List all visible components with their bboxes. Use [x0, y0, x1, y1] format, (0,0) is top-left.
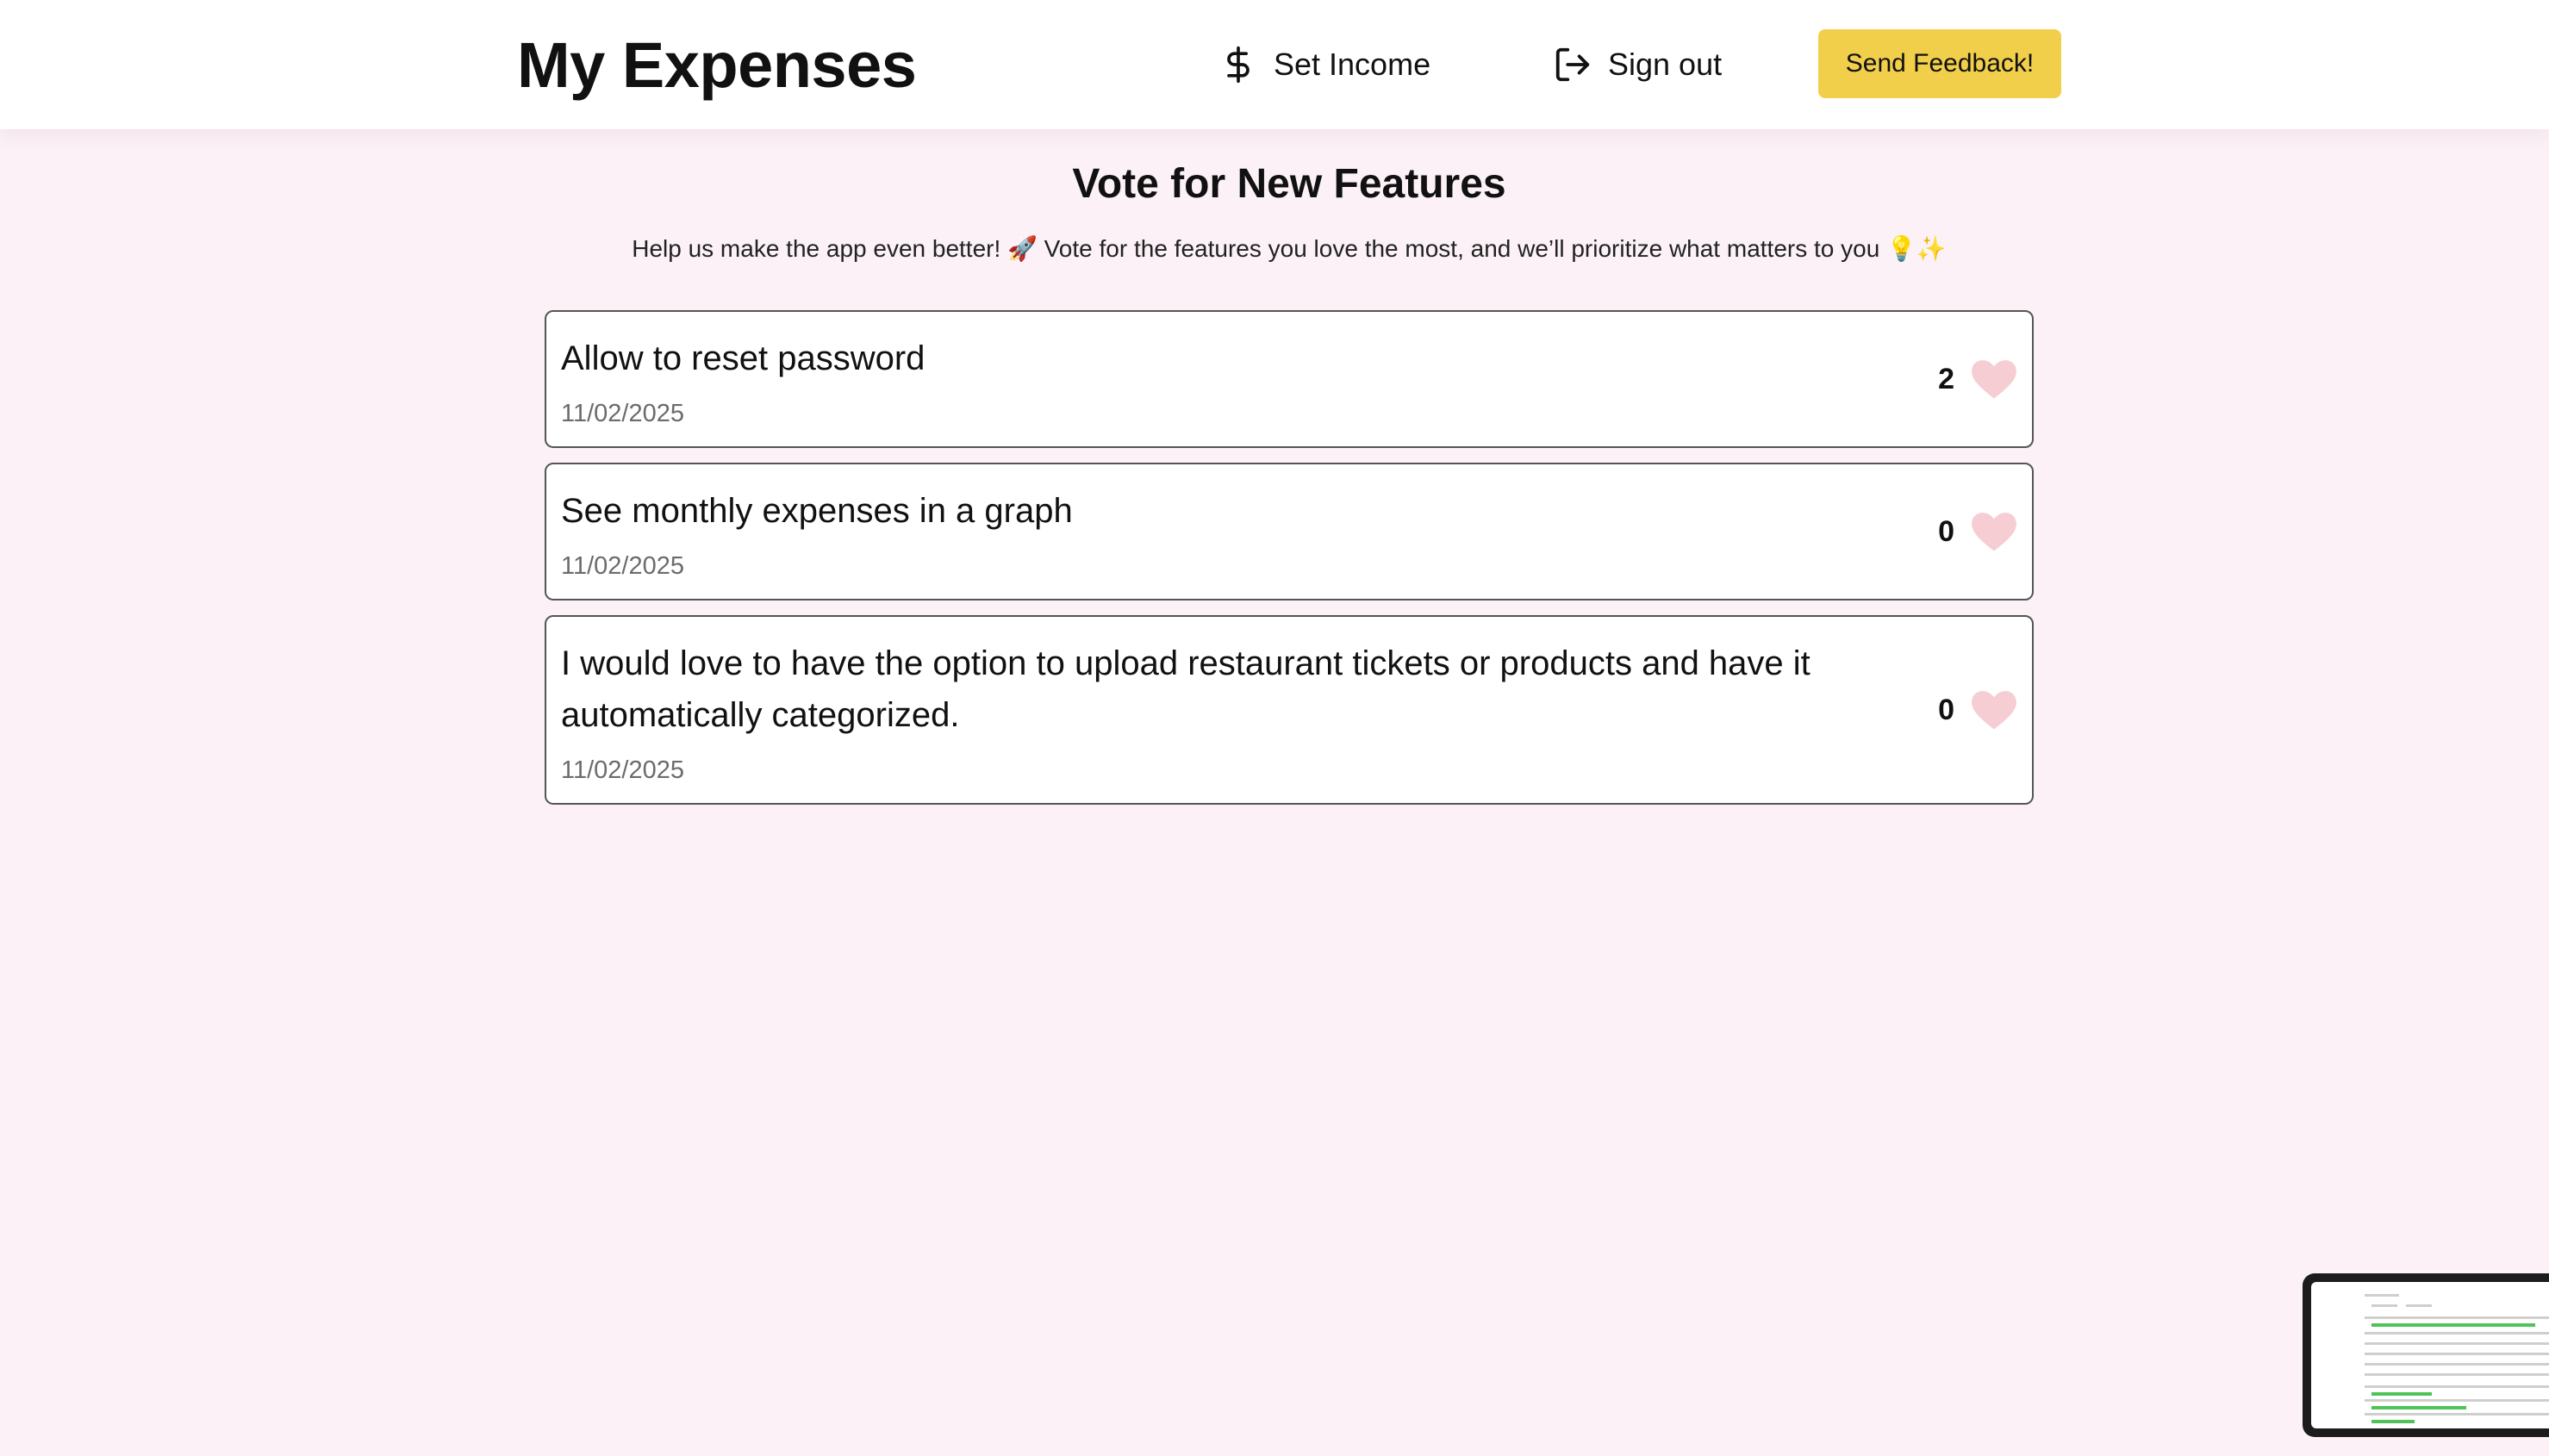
preview-line — [2365, 1316, 2549, 1319]
heart-icon[interactable] — [1970, 510, 2018, 553]
preview-screen — [2311, 1282, 2549, 1428]
dollar-icon — [1218, 45, 1258, 84]
feature-date: 11/02/2025 — [561, 400, 684, 427]
screen-preview-thumbnail[interactable] — [2303, 1273, 2549, 1437]
sign-out-link[interactable]: Sign out — [1553, 34, 1722, 95]
preview-line — [2365, 1413, 2549, 1416]
heart-icon[interactable] — [1970, 358, 2018, 401]
preview-bar — [2371, 1392, 2432, 1396]
preview-line — [2365, 1294, 2399, 1297]
sign-out-icon — [1553, 45, 1592, 84]
vote-box: 0 — [1938, 688, 2018, 731]
set-income-link[interactable]: Set Income — [1218, 34, 1430, 95]
feature-title: Allow to reset password — [561, 339, 925, 377]
preview-line — [2365, 1332, 2549, 1335]
feature-title: See monthly expenses in a graph — [561, 492, 1073, 530]
preview-bar — [2371, 1420, 2415, 1423]
preview-line — [2365, 1353, 2549, 1355]
sign-out-label: Sign out — [1608, 47, 1723, 82]
set-income-label: Set Income — [1274, 47, 1431, 82]
vote-box: 0 — [1938, 510, 2018, 553]
vote-box: 2 — [1938, 358, 2018, 401]
preview-line — [2365, 1385, 2549, 1388]
send-feedback-button[interactable]: Send Feedback! — [1818, 29, 2061, 98]
preview-line — [2365, 1342, 2549, 1345]
feature-date: 11/02/2025 — [561, 552, 684, 580]
vote-count: 0 — [1938, 514, 1954, 548]
feature-date: 11/02/2025 — [561, 756, 684, 784]
top-header: My Expenses Set Income Sign out Send Fee… — [0, 0, 2549, 129]
preview-line — [2365, 1363, 2549, 1366]
preview-line — [2365, 1373, 2549, 1376]
heart-icon[interactable] — [1970, 688, 2018, 731]
page-subtitle: Help us make the app even better! 🚀 Vote… — [632, 235, 1947, 262]
preview-line — [2365, 1399, 2549, 1402]
page-title: Vote for New Features — [1072, 161, 1506, 207]
app-brand[interactable]: My Expenses — [517, 24, 917, 107]
feature-card: Allow to reset password 11/02/2025 2 — [545, 310, 2034, 448]
preview-line — [2406, 1304, 2432, 1307]
vote-count: 2 — [1938, 362, 1954, 395]
vote-count: 0 — [1938, 693, 1954, 726]
preview-bar — [2371, 1406, 2466, 1409]
feature-card: I would love to have the option to uploa… — [545, 615, 2034, 805]
feature-title: I would love to have the option to uploa… — [561, 644, 1810, 734]
preview-bar — [2371, 1323, 2535, 1327]
preview-line — [2371, 1304, 2397, 1307]
feature-card: See monthly expenses in a graph 11/02/20… — [545, 463, 2034, 600]
feature-list: Allow to reset password 11/02/2025 2 See… — [545, 310, 2034, 819]
